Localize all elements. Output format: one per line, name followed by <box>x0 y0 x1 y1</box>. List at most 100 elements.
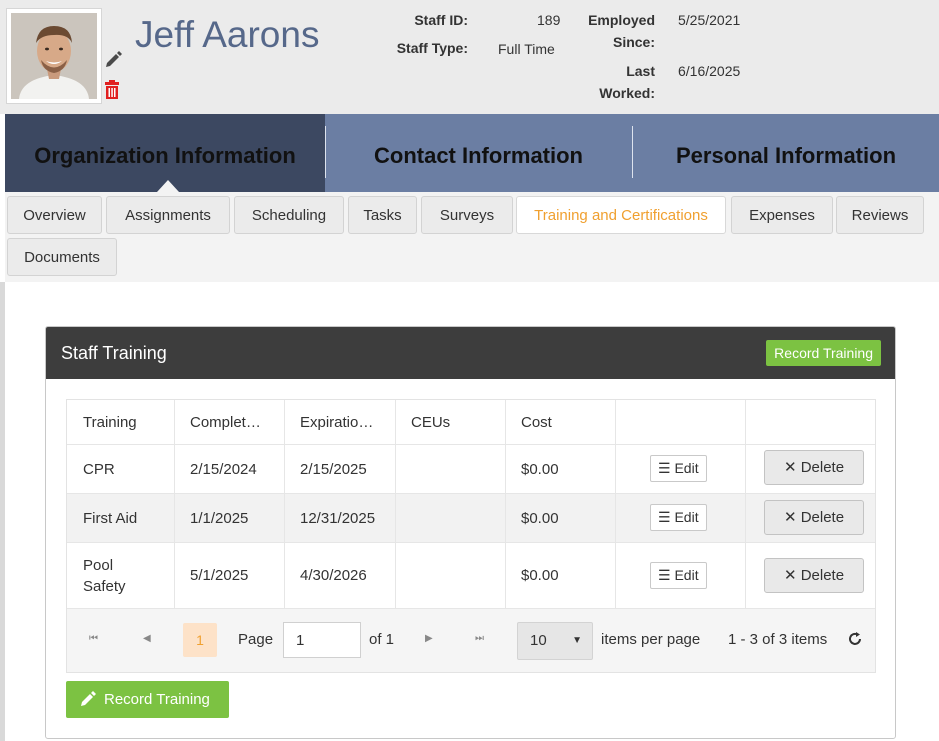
column-divider <box>284 400 285 608</box>
cell-training: First Aid <box>83 509 138 527</box>
list-icon: ☰ <box>658 460 671 476</box>
tab-personal-information[interactable]: Personal Information <box>633 114 939 192</box>
column-header-training[interactable]: Training <box>67 400 174 444</box>
edit-button[interactable]: ☰ Edit <box>650 504 707 531</box>
column-divider <box>395 400 396 608</box>
staff-type-value: Full Time <box>498 41 555 57</box>
staff-training-panel: Staff Training Record Training Training … <box>45 326 896 739</box>
grid-header-row: Training Complet… Expiratio… CEUs Cost <box>67 400 875 444</box>
last-page-icon[interactable]: ⏭ <box>475 633 484 644</box>
subtab-scheduling[interactable]: Scheduling <box>234 196 344 234</box>
close-icon: ✕ <box>783 459 797 476</box>
last-worked-value: 6/16/2025 <box>678 63 741 79</box>
delete-label: Delete <box>800 509 845 526</box>
subtab-reviews[interactable]: Reviews <box>836 196 924 234</box>
current-page-button[interactable]: 1 <box>183 623 217 657</box>
subtab-documents[interactable]: Documents <box>7 238 117 276</box>
edit-label: Edit <box>674 460 699 476</box>
subtab-assignments[interactable]: Assignments <box>106 196 230 234</box>
record-training-button[interactable]: Record Training <box>66 681 229 718</box>
staff-type-label: Staff Type: <box>396 40 468 56</box>
table-row: First Aid 1/1/2025 12/31/2025 $0.00 ☰ Ed… <box>67 494 875 542</box>
delete-label: Delete <box>800 567 845 584</box>
employed-since-value: 5/25/2021 <box>678 12 741 28</box>
list-icon: ☰ <box>658 567 671 583</box>
table-row: Pool Safety 5/1/2025 4/30/2026 $0.00 ☰ E… <box>67 543 875 608</box>
staff-id-label: Staff ID: <box>414 12 468 28</box>
table-row: CPR 2/15/2024 2/15/2025 $0.00 ☰ Edit ✕ D… <box>67 445 875 493</box>
column-header-completed[interactable]: Complet… <box>174 400 284 444</box>
of-pages-label: of 1 <box>369 631 395 648</box>
subtab-overview[interactable]: Overview <box>7 196 102 234</box>
column-header-ceus[interactable]: CEUs <box>395 400 505 444</box>
close-icon: ✕ <box>783 509 797 526</box>
refresh-icon[interactable] <box>847 631 863 647</box>
avatar <box>6 8 102 104</box>
cell-cost: $0.00 <box>521 567 559 584</box>
edit-profile-pencil-icon[interactable] <box>103 50 123 70</box>
subtab-training-and-certifications[interactable]: Training and Certifications <box>516 196 726 234</box>
training-grid: Training Complet… Expiratio… CEUs Cost C… <box>66 399 876 673</box>
panel-header: Staff Training Record Training <box>46 327 895 379</box>
edit-label: Edit <box>674 509 699 525</box>
panel-title: Staff Training <box>61 343 167 363</box>
last-label: Last <box>626 63 655 79</box>
next-page-icon[interactable]: ▶ <box>425 633 433 644</box>
subtabs-bar: Overview Assignments Scheduling Tasks Su… <box>5 192 939 282</box>
cell-ceus <box>395 543 505 608</box>
edit-label: Edit <box>674 567 699 583</box>
column-divider <box>505 400 506 608</box>
cell-expiration: 12/31/2025 <box>300 509 376 527</box>
page-size-value: 10 <box>530 632 547 649</box>
edit-button[interactable]: ☰ Edit <box>650 562 707 589</box>
record-training-header-button[interactable]: Record Training <box>766 340 881 366</box>
staff-name: Jeff Aarons <box>135 14 320 55</box>
first-page-icon[interactable]: ⏮ <box>89 633 98 644</box>
delete-label: Delete <box>800 459 845 476</box>
subtab-expenses[interactable]: Expenses <box>731 196 833 234</box>
employed-label: Employed <box>588 12 655 28</box>
page-number-input[interactable] <box>283 622 361 658</box>
column-divider <box>615 400 616 608</box>
list-icon: ☰ <box>658 509 671 525</box>
record-training-label: Record Training <box>104 691 210 708</box>
column-header-expiration[interactable]: Expiratio… <box>284 400 395 444</box>
cell-completed: 1/1/2025 <box>190 509 249 527</box>
column-header-cost[interactable]: Cost <box>505 400 615 444</box>
items-per-page-label: items per page <box>601 631 701 648</box>
cell-training: Pool Safety <box>67 543 174 608</box>
chevron-down-icon: ▼ <box>572 635 582 646</box>
cell-completed: 5/1/2025 <box>190 567 249 584</box>
staff-photo <box>11 13 97 99</box>
grid-pager: ⏮ ◀ 1 Page of 1 ▶ ⏭ 10 ▼ items per page … <box>67 608 875 672</box>
delete-button[interactable]: ✕ Delete <box>764 500 864 535</box>
tab-contact-information[interactable]: Contact Information <box>326 114 631 192</box>
cell-training: CPR <box>83 460 115 478</box>
delete-button[interactable]: ✕ Delete <box>764 558 864 593</box>
section-tabs: Organization Information Contact Informa… <box>5 114 939 192</box>
pencil-icon <box>81 691 96 706</box>
last-worked-label: Worked: <box>599 85 655 101</box>
subtab-tasks[interactable]: Tasks <box>348 196 417 234</box>
cell-training-line: Safety <box>83 577 126 595</box>
active-section-caret <box>157 180 179 192</box>
page-size-select[interactable]: 10 ▼ <box>517 622 593 660</box>
subtab-surveys[interactable]: Surveys <box>421 196 513 234</box>
cell-training-line: Pool <box>83 556 114 574</box>
employed-since-label: Since: <box>612 34 655 50</box>
delete-profile-trash-icon[interactable] <box>104 80 120 100</box>
cell-cost: $0.00 <box>521 460 559 478</box>
cell-cost: $0.00 <box>521 509 559 527</box>
page-label: Page <box>238 631 274 648</box>
cell-expiration: 2/15/2025 <box>300 460 367 478</box>
items-summary: 1 - 3 of 3 items <box>728 631 828 648</box>
edit-button[interactable]: ☰ Edit <box>650 455 707 482</box>
delete-button[interactable]: ✕ Delete <box>764 450 864 485</box>
previous-page-icon[interactable]: ◀ <box>143 633 151 644</box>
cell-expiration: 4/30/2026 <box>300 567 367 584</box>
column-divider <box>174 400 175 608</box>
column-divider <box>745 400 746 608</box>
cell-ceus <box>395 445 505 493</box>
left-border <box>0 282 5 741</box>
close-icon: ✕ <box>783 567 797 584</box>
